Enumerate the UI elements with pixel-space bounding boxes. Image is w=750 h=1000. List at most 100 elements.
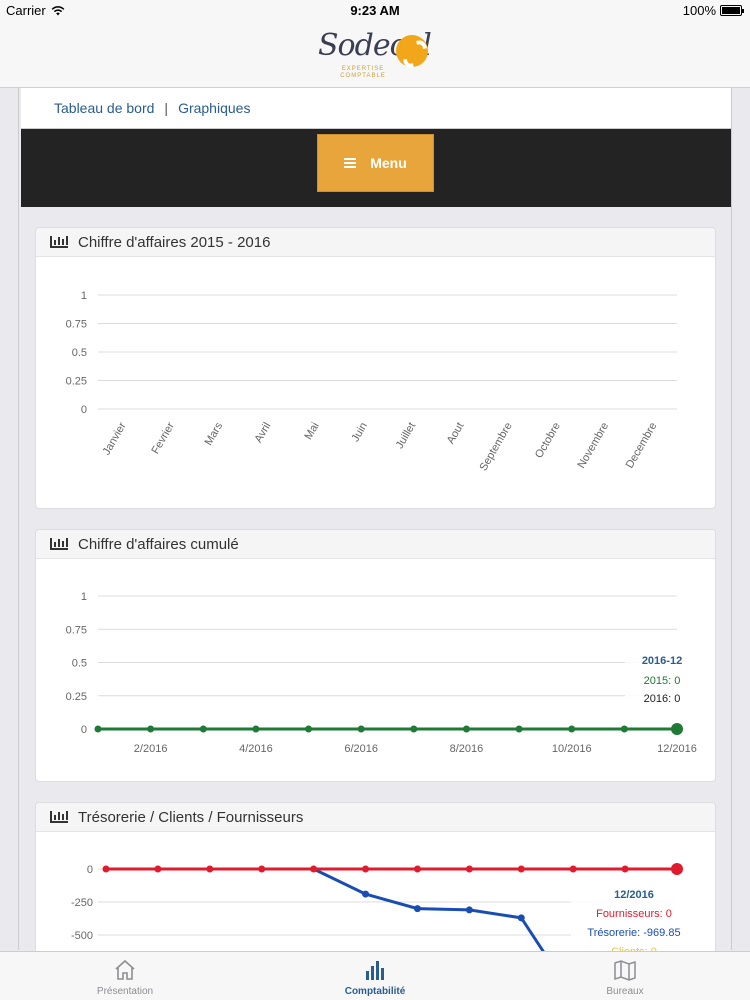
data-point xyxy=(252,725,260,733)
x-tick-label: Decembre xyxy=(624,421,660,471)
x-tick-label: Juillet xyxy=(394,421,418,451)
tab-label: Présentation xyxy=(96,986,154,997)
panel-title: Chiffre d'affaires cumulé xyxy=(78,535,239,553)
data-point xyxy=(102,865,110,873)
x-tick-label: Septembre xyxy=(477,421,514,474)
tooltip-title: 12/2016 xyxy=(614,889,654,901)
y-tick-label: 0.75 xyxy=(66,624,87,636)
y-tick-label: -500 xyxy=(71,930,93,942)
y-tick-label: -250 xyxy=(71,897,93,909)
data-point xyxy=(569,865,577,873)
data-point xyxy=(305,725,313,733)
tooltip-title: 2016-12 xyxy=(642,655,682,667)
clock: 9:23 AM xyxy=(350,3,400,18)
data-point xyxy=(362,865,370,873)
tab-label: Bureaux xyxy=(606,986,644,997)
x-tick-label: Avril xyxy=(252,421,273,445)
y-tick-label: 1 xyxy=(81,591,87,603)
y-tick-label: 0 xyxy=(81,404,87,416)
x-tick-label: 2/2016 xyxy=(134,743,168,755)
menu-button[interactable]: Menu xyxy=(317,134,434,192)
logo-tagline: EXPERTISE COMPTABLE xyxy=(340,66,386,79)
menu-button-label: Menu xyxy=(370,155,407,171)
panel-tresorerie: Trésorerie / Clients / Fournisseurs 0 -25… xyxy=(35,802,716,962)
y-tick-label: 0 xyxy=(81,724,87,736)
data-point xyxy=(413,905,421,913)
home-icon xyxy=(115,959,135,980)
x-tick-label: Aout xyxy=(445,421,467,447)
data-point xyxy=(258,865,266,873)
x-tick-label: 12/2016 xyxy=(657,743,697,755)
tresorerie-line-chart: 0 -250 -500 12/2016 Fournisseurs: 0 Trésoreri… xyxy=(71,863,691,961)
cumul-line-chart: 1 0.75 0.5 0.25 0 2/2016 4/2016 6/2016 8/2016 10/… xyxy=(66,591,697,755)
data-point xyxy=(515,725,523,733)
data-point xyxy=(94,725,102,733)
tooltip-line: 2016: 0 xyxy=(644,693,681,705)
battery-percent: 100% xyxy=(682,3,716,18)
x-tick-label: Novembre xyxy=(575,421,611,471)
tab-label: Comptabilité xyxy=(344,986,406,997)
y-tick-label: 1 xyxy=(81,290,87,302)
data-point xyxy=(410,725,418,733)
panel-header: Chiffre d'affaires 2015 - 2016 xyxy=(36,228,715,257)
tooltip-line: Fournisseurs: 0 xyxy=(596,908,672,920)
tab-comptabilite[interactable]: Comptabilité xyxy=(250,952,500,1000)
ca-line-chart: 1 0.75 0.5 0.25 0 Janvier Fevrier Mars Avril Mai J… xyxy=(66,290,677,474)
status-bar: Carrier 9:23 AM 100% xyxy=(0,0,750,20)
data-point xyxy=(671,863,683,875)
menu-bar: Menu xyxy=(21,129,731,207)
data-point xyxy=(147,725,155,733)
battery-icon xyxy=(720,5,744,16)
battery-status: 100% xyxy=(682,3,744,18)
data-point xyxy=(310,865,318,873)
data-point xyxy=(206,865,214,873)
y-tick-label: 0.75 xyxy=(66,319,87,331)
panel-header: Trésorerie / Clients / Fournisseurs xyxy=(36,803,715,832)
bar-chart-icon xyxy=(50,811,68,823)
y-tick-label: 0.5 xyxy=(72,347,87,359)
bar-chart-icon xyxy=(50,236,68,248)
data-point xyxy=(517,914,525,922)
app-header: Sodecal EXPERTISE COMPTABLE xyxy=(0,20,750,88)
x-tick-label: Octobre xyxy=(533,421,563,461)
data-point xyxy=(671,723,683,735)
data-point xyxy=(620,725,628,733)
map-icon xyxy=(614,960,636,981)
y-tick-label: 0.25 xyxy=(66,691,87,703)
page-content: Tableau de bord | Graphiques Menu Chiffr… xyxy=(18,88,732,962)
breadcrumb-home-link[interactable]: Tableau de bord xyxy=(54,100,154,116)
x-tick-label: Fevrier xyxy=(149,420,177,456)
x-tick-label: 4/2016 xyxy=(239,743,273,755)
data-point xyxy=(465,906,473,914)
panel-title: Chiffre d'affaires 2015 - 2016 xyxy=(78,233,271,251)
y-tick-label: 0 xyxy=(87,864,93,876)
data-point xyxy=(357,725,365,733)
data-point xyxy=(517,865,525,873)
x-tick-label: Mars xyxy=(203,420,226,448)
x-tick-label: Mai xyxy=(302,421,321,442)
y-tick-label: 0.25 xyxy=(66,376,87,388)
bar-chart-icon xyxy=(366,961,384,980)
sodecal-logo: Sodecal EXPERTISE COMPTABLE xyxy=(318,26,436,84)
panel-chiffre-affaires-cumule: Chiffre d'affaires cumulé 1 0.75 0.5 0.25 0 2… xyxy=(35,529,716,782)
tab-presentation[interactable]: Présentation xyxy=(0,952,250,1000)
tab-bar: Présentation Comptabilité Bureaux xyxy=(0,951,750,1000)
hamburger-icon xyxy=(344,158,357,168)
panel-title: Trésorerie / Clients / Fournisseurs xyxy=(78,808,304,826)
data-point xyxy=(465,865,473,873)
y-tick-label: 0.5 xyxy=(72,658,87,670)
breadcrumb: Tableau de bord | Graphiques xyxy=(21,88,731,129)
x-tick-label: 6/2016 xyxy=(344,743,378,755)
x-tick-label: Juin xyxy=(349,421,369,444)
panel-header: Chiffre d'affaires cumulé xyxy=(36,530,715,559)
tab-bureaux[interactable]: Bureaux xyxy=(500,952,750,1000)
data-point xyxy=(199,725,207,733)
tooltip-line: Trésorerie: -969.85 xyxy=(587,927,680,939)
breadcrumb-current-link[interactable]: Graphiques xyxy=(178,100,250,116)
x-tick-label: 10/2016 xyxy=(552,743,592,755)
tooltip-line: 2015: 0 xyxy=(644,675,681,687)
logo-mark-icon xyxy=(396,35,428,67)
data-point xyxy=(621,865,629,873)
data-point xyxy=(462,725,470,733)
x-tick-label: Janvier xyxy=(101,420,129,457)
